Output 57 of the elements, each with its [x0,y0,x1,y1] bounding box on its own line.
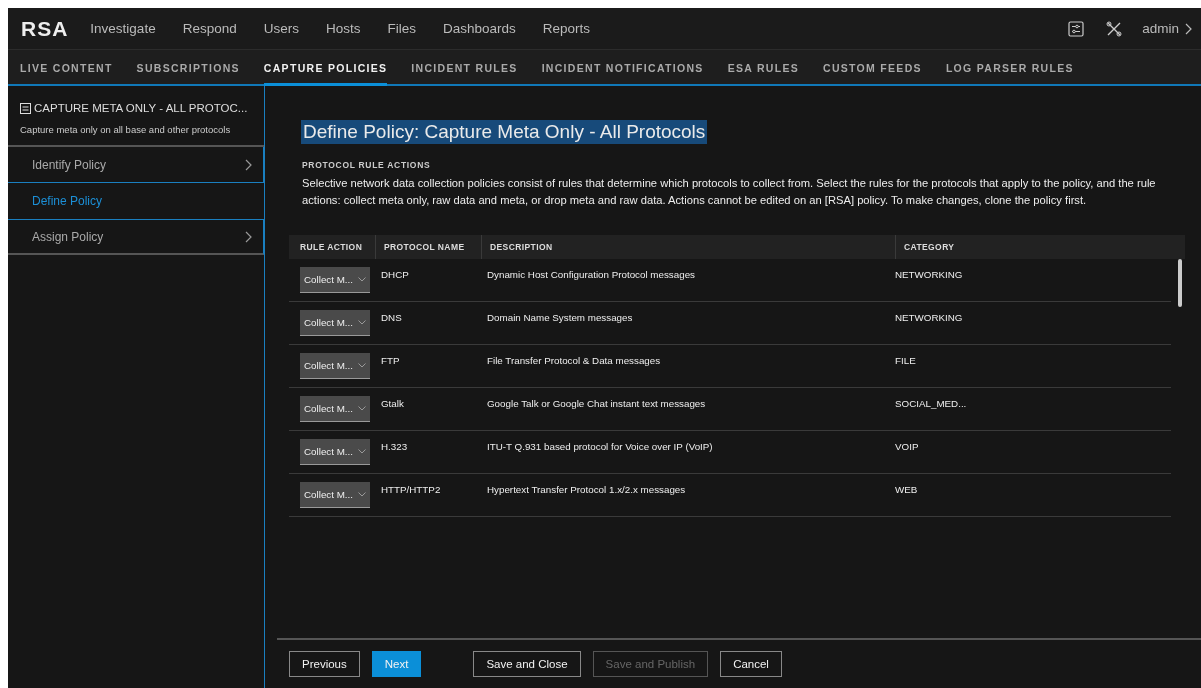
table-cell-text: Google Talk or Google Chat instant text messages [486,397,707,411]
table-cell-text: FTP [380,354,401,368]
policy-title: CAPTURE META ONLY - ALL PROTOC... [34,102,248,114]
rule-action-dropdown[interactable]: Collect M... [300,310,370,336]
table-cell-text: SOCIAL_MED... [895,397,968,411]
table-cell-text: VOIP [895,440,920,454]
tab[interactable]: ESA RULES [727,50,800,86]
tab[interactable]: LOG PARSER RULES [945,50,1074,86]
nav-link[interactable]: Hosts [325,21,361,36]
tab[interactable]: LIVE CONTENT [20,50,113,86]
step-item[interactable]: Assign Policy [8,219,264,255]
table-cell-text: NETWORKING [895,268,964,282]
table-cell-text: Domain Name System messages [486,311,634,325]
rule-action-dropdown[interactable]: Collect M... [300,396,370,422]
description-text: Selective network data collection policies consist of rules that determine which protocols to collect from. Select the rules for the protocols that apply to the policy, and the rule actions: collect meta only, raw data and meta, or drop meta and raw data. Actions cannot be edited on an [RSA] policy. To make changes, clone the policy first. [302,176,1157,208]
table-cell-text: Hypertext Transfer Protocol 1.x/2.x messages [486,483,687,497]
tab[interactable]: CUSTOM FEEDS [823,50,922,86]
table-cell-text: WEB [895,483,919,497]
column-header: PROTOCOL NAME [375,235,481,259]
column-header: RULE ACTION [299,241,364,254]
footer-button[interactable]: Cancel [720,651,782,677]
rule-action-dropdown[interactable]: Collect M... [300,267,370,293]
table-cell-text: Dynamic Host Configuration Protocol messages [486,268,696,282]
nav-link[interactable]: Investigate [90,21,156,36]
step-item[interactable]: Identify Policy [8,147,264,183]
logo: RSA [21,16,69,41]
user-menu[interactable]: admin [1142,21,1193,36]
section-label: PROTOCOL RULE ACTIONS [302,160,432,170]
policy-description: Capture meta only on all base and other protocols [20,124,232,135]
step-item[interactable]: Define Policy [8,183,264,219]
rule-action-dropdown[interactable]: Collect M... [300,482,370,508]
table-cell-text: DNS [380,311,403,325]
nav-link[interactable]: Respond [182,21,237,36]
table-cell-text: H.323 [380,440,409,454]
table-cell-text: NETWORKING [895,311,964,325]
nav-link[interactable]: Users [263,21,299,36]
footer-button[interactable]: Previous [289,651,360,677]
table-cell-text: DHCP [380,268,410,282]
tab[interactable]: INCIDENT RULES [411,50,518,86]
rule-action-dropdown[interactable]: Collect M... [300,439,370,465]
table-cell-text: Gtalk [380,397,405,411]
nav-link[interactable]: Dashboards [443,21,516,36]
user-name: admin [1142,21,1179,36]
tab[interactable]: CAPTURE POLICIES [263,50,388,86]
tab[interactable]: SUBSCRIPTIONS [136,50,240,86]
nav-link[interactable]: Reports [542,21,591,36]
table-cell-text: FILE [895,354,917,368]
rule-action-dropdown[interactable]: Collect M... [300,353,370,379]
table-cell-text: File Transfer Protocol & Data messages [486,354,662,368]
column-header: CATEGORY [895,235,1185,259]
page-title: Define Policy: Capture Meta Only - All Protocols [301,120,708,144]
footer-button[interactable]: Save and Close [473,651,581,677]
table-cell-text: ITU-T Q.931 based protocol for Voice over IP (VoIP) [486,440,714,454]
column-header: DESCRIPTION [481,235,895,259]
nav-link[interactable]: Files [387,21,416,36]
table-cell-text: HTTP/HTTP2 [380,483,442,497]
tab[interactable]: INCIDENT NOTIFICATIONS [541,50,704,86]
